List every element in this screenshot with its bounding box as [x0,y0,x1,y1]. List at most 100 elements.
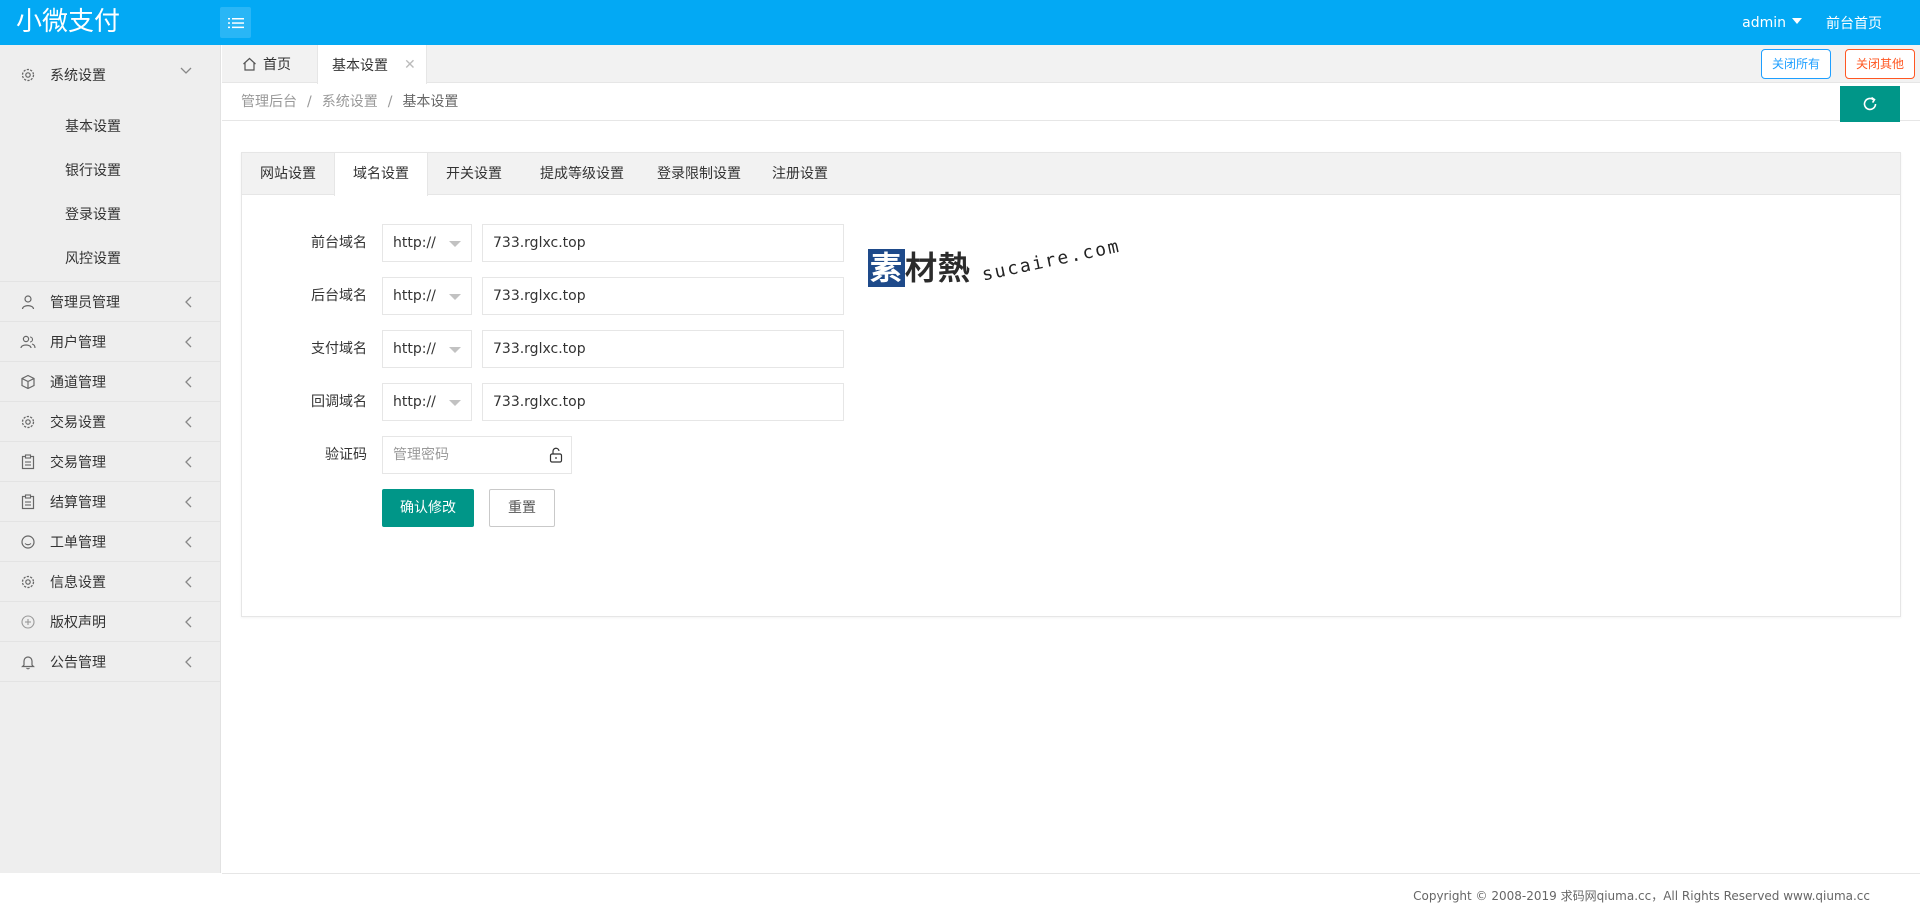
pay-domain-input[interactable]: 733.rglxc.top [482,330,844,368]
sidebar-item-label: 公告管理 [50,654,106,671]
caret-down-icon [449,241,461,247]
breadcrumb-current: 基本设置 [402,94,459,110]
admin-password-placeholder: 管理密码 [393,447,449,463]
chevron-left-icon [185,576,192,588]
protocol-select-value: http:// [393,341,436,357]
confirm-button[interactable]: 确认修改 [382,489,474,527]
chevron-left-icon [185,336,192,348]
sidebar-item-label: 工单管理 [50,534,106,551]
menu-toggle-button[interactable] [220,7,251,38]
admin-password-input[interactable]: 管理密码 [382,436,572,474]
tab-label: 首页 [263,57,291,73]
sidebar: 系统设置 基本设置 银行设置 登录设置 风控设置 管理员管理 用户管理 通道管理… [0,45,221,873]
tab-basic-settings[interactable]: 基本设置 ✕ [317,45,427,84]
sidebar-item-label: 系统设置 [50,68,106,84]
app-logo[interactable]: 小微支付 [16,6,120,38]
tab-commission-settings[interactable]: 提成等级设置 [520,153,644,195]
close-icon[interactable]: ✕ [404,57,416,73]
plus-circle-icon [20,614,36,630]
protocol-select[interactable]: http:// [382,330,472,368]
user-icon [20,294,36,310]
callback-domain-input[interactable]: 733.rglxc.top [482,383,844,421]
user-name: admin [1742,14,1786,31]
sidebar-item-users[interactable]: 用户管理 [0,322,220,362]
tab-domain-settings[interactable]: 域名设置 [334,153,428,196]
sidebar-item-admin[interactable]: 管理员管理 [0,282,220,322]
sidebar-item-label: 用户管理 [50,334,106,351]
sidebar-subitem-bank[interactable]: 银行设置 [0,149,220,193]
user-menu[interactable]: admin [1742,15,1802,31]
caret-down-icon [449,400,461,406]
watermark-first-char: 素 [868,249,906,287]
watermark-url: sucaire.com [980,235,1123,286]
chevron-left-icon [185,416,192,428]
users-icon [20,334,36,350]
breadcrumb-item[interactable]: 管理后台 [241,94,297,110]
sidebar-item-copyright[interactable]: 版权声明 [0,602,220,642]
protocol-select[interactable]: http:// [382,224,472,262]
watermark-rest: 材熱 [905,249,972,287]
refresh-button[interactable] [1840,86,1900,122]
sidebar-item-tickets[interactable]: 工单管理 [0,522,220,562]
top-header: 小微支付 admin 前台首页 [0,0,1920,45]
tab-home[interactable]: 首页 [242,45,291,83]
tab-register-settings[interactable]: 注册设置 [754,153,846,195]
sidebar-subitem-login[interactable]: 登录设置 [0,193,220,237]
chevron-left-icon [185,376,192,388]
sidebar-item-notices[interactable]: 公告管理 [0,642,220,682]
watermark-text: 素材熱 [868,243,971,293]
sidebar-item-info-settings[interactable]: 信息设置 [0,562,220,602]
chevron-left-icon [185,616,192,628]
form-label: 支付域名 [311,341,367,357]
tab-label: 基本设置 [332,57,388,74]
form-label: 回调域名 [311,394,367,410]
form-label: 后台域名 [311,288,367,304]
close-all-tabs-button[interactable]: 关闭所有 [1761,49,1832,79]
protocol-select-value: http:// [393,394,436,410]
sidebar-item-label: 结算管理 [50,494,106,511]
gear-icon [20,574,36,590]
sidebar-submenu: 基本设置 银行设置 登录设置 风控设置 [0,105,220,282]
form-row-actions: 确认修改 重置 [242,489,1242,527]
bell-icon [20,654,36,670]
sidebar-item-system-settings[interactable]: 系统设置 [0,45,220,105]
sidebar-item-settlement[interactable]: 结算管理 [0,482,220,522]
sidebar-subitem-basic[interactable]: 基本设置 [0,105,220,149]
frontpage-link[interactable]: 前台首页 [1826,13,1882,33]
menu-icon [227,17,244,28]
front-domain-input[interactable]: 733.rglxc.top [482,224,844,262]
form-row-captcha: 验证码 管理密码 [242,436,1242,474]
home-icon [243,57,256,71]
sidebar-item-label: 信息设置 [50,574,106,591]
breadcrumb-item[interactable]: 系统设置 [322,94,378,110]
breadcrumb: 管理后台 / 系统设置 / 基本设置 [241,84,458,120]
caret-down-icon [449,347,461,353]
sidebar-subitem-risk[interactable]: 风控设置 [0,237,220,281]
sidebar-item-trade-settings[interactable]: 交易设置 [0,402,220,442]
protocol-select[interactable]: http:// [382,277,472,315]
tab-switch-settings[interactable]: 开关设置 [428,153,520,195]
clipboard-icon [20,493,36,510]
close-other-tabs-button[interactable]: 关闭其他 [1845,49,1916,79]
refresh-icon [1863,96,1877,111]
sidebar-item-trade-manage[interactable]: 交易管理 [0,442,220,482]
tab-site-settings[interactable]: 网站设置 [242,153,334,195]
form-row-pay-domain: 支付域名 http:// 733.rglxc.top [242,330,1242,368]
form-label: 验证码 [325,447,367,463]
caret-down-icon [1792,18,1802,24]
footer: Copyright © 2008-2019 求码网qiuma.cc，All Ri… [222,873,1920,915]
reset-button[interactable]: 重置 [489,489,555,527]
page-tabs-bar: 首页 基本设置 ✕ 关闭所有 关闭其他 [222,45,1920,84]
clipboard-icon [20,453,36,470]
admin-domain-input[interactable]: 733.rglxc.top [482,277,844,315]
tab-login-limit-settings[interactable]: 登录限制设置 [644,153,754,195]
chevron-left-icon [185,456,192,468]
breadcrumb-separator: / [307,94,312,110]
sidebar-item-channels[interactable]: 通道管理 [0,362,220,402]
gear-icon [20,67,36,83]
watermark-logo: 素材熱 sucaire.com [868,236,1122,303]
sidebar-item-label: 通道管理 [50,374,106,391]
protocol-select[interactable]: http:// [382,383,472,421]
chevron-left-icon [185,496,192,508]
sidebar-item-label: 交易管理 [50,454,106,471]
